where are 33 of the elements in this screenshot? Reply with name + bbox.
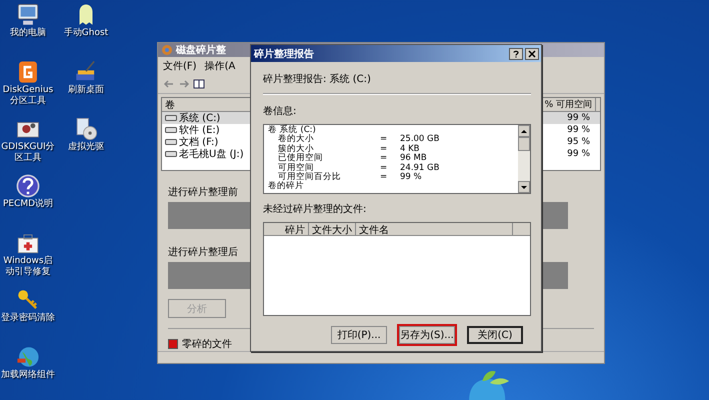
legend-label: 零碎的文件 (182, 338, 232, 352)
info-label: 可用空间 (277, 164, 314, 173)
dialog-title: 碎片整理报告 (254, 48, 315, 60)
equals-sign: = (380, 172, 388, 182)
section-label: 进行碎片整理前 (168, 186, 238, 200)
info-label: 簇的大小 (277, 144, 314, 154)
report-heading: 碎片整理报告: 系统 (C:) (263, 72, 372, 86)
info-heading: 卷的碎片 (268, 182, 304, 192)
free-space-value: 99 % (567, 113, 590, 124)
info-label: 卷的大小 (277, 135, 314, 144)
section-label: 卷信息: (263, 104, 298, 118)
info-heading: 卷 系统 (C:) (268, 126, 316, 135)
volume-name: 系统 (C:) (179, 112, 220, 125)
volume-name: 软件 (E:) (179, 124, 220, 136)
equals-sign: = (380, 144, 388, 154)
info-value: 4 KB (400, 144, 420, 154)
section-label: 未经过碎片整理的文件: (263, 202, 368, 216)
equals-sign: = (380, 135, 388, 145)
info-label: 已使用空间 (277, 154, 324, 164)
free-space-value: 99 % (567, 125, 590, 136)
info-value: 25.00 GB (400, 135, 440, 144)
info-value: 24.91 GB (400, 164, 440, 173)
volume-name: 文档 (F:) (179, 136, 218, 148)
equals-sign: = (380, 164, 388, 173)
free-space-value: 95 % (567, 137, 590, 148)
info-value: 99 % (400, 172, 422, 182)
info-label: 可用空间百分比 (278, 172, 342, 182)
free-space-value: 99 % (567, 149, 590, 160)
section-label: 进行碎片整理后 (168, 246, 238, 260)
info-value: 96 MB (400, 154, 427, 164)
equals-sign: = (380, 154, 388, 164)
volume-name: 老毛桃U盘 (J:) (179, 148, 244, 162)
window-title: 磁盘碎片整 (176, 44, 226, 58)
